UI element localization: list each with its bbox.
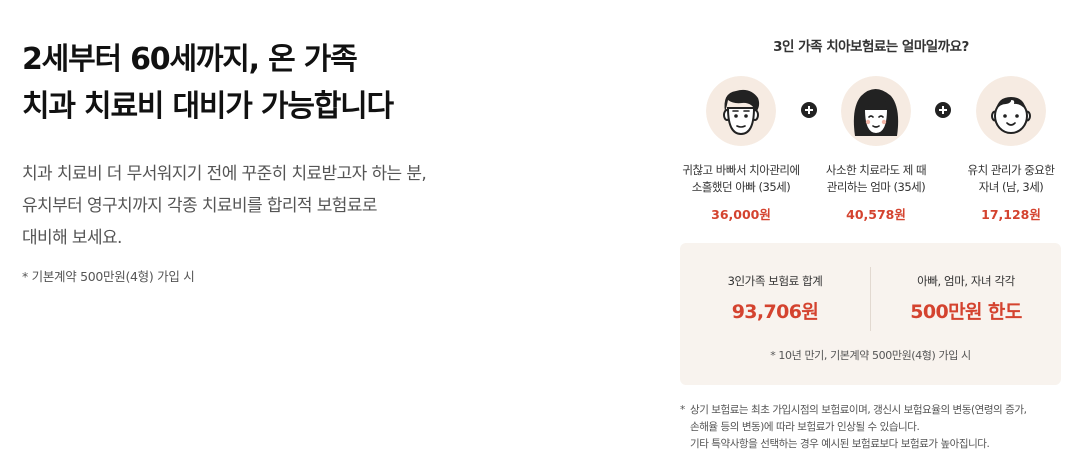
member-child-description: 유치 관리가 중요한 자녀 (남, 3세) xyxy=(947,162,1075,196)
premium-summary-box: 3인가족 보험료 합계 93,706원 아빠, 엄마, 자녀 각각 500만원 … xyxy=(680,243,1061,385)
total-premium-label: 3인가족 보험료 합계 xyxy=(727,274,823,288)
member-child-price: 17,128원 xyxy=(981,207,1041,222)
description-line-2: 유치부터 영구치까지 각종 치료비를 합리적 보험료로 xyxy=(22,196,378,216)
disclaimer-row: * 상기 보험료는 최초 가입시점의 보험료이며, 갱신시 보험요율의 변동(연… xyxy=(680,402,1070,453)
member-father-description: 귀찮고 바빠서 치아관리에 소홀했던 아빠 (35세) xyxy=(677,162,805,196)
disclaimer-line-1: 상기 보험료는 최초 가입시점의 보험료이며, 갱신시 보험요율의 변동(연령의… xyxy=(690,404,1027,416)
member-label-line-1: 유치 관리가 중요한 xyxy=(967,163,1055,177)
member-label-line-1: 사소한 치료라도 제 때 xyxy=(825,163,927,177)
description-line-3: 대비해 보세요. xyxy=(22,228,122,248)
page-headline: 2세부터 60세까지, 온 가족 치과 치료비 대비가 가능합니다 xyxy=(22,36,622,130)
headline-line-1: 2세부터 60세까지, 온 가족 xyxy=(22,42,358,77)
member-label-line-2: 소홀했던 아빠 (35세) xyxy=(691,180,791,194)
headline-line-2: 치과 치료비 대비가 가능합니다 xyxy=(22,89,394,124)
member-mother-description: 사소한 치료라도 제 때 관리하는 엄마 (35세) xyxy=(812,162,940,196)
coverage-limit: 아빠, 엄마, 자녀 각각 500만원 한도 xyxy=(871,273,1061,324)
member-father: 귀찮고 바빠서 치아관리에 소홀했던 아빠 (35세) 36,000원 xyxy=(677,76,805,223)
member-label-line-2: 관리하는 엄마 (35세) xyxy=(826,180,926,194)
intro-section: 2세부터 60세까지, 온 가족 치과 치료비 대비가 가능합니다 치과 치료비… xyxy=(22,36,622,285)
family-members: 귀찮고 바빠서 치아관리에 소홀했던 아빠 (35세) 36,000원 사소한 … xyxy=(680,76,1062,226)
father-avatar-icon xyxy=(706,76,776,146)
member-label-line-1: 귀찮고 바빠서 치아관리에 xyxy=(682,163,800,177)
member-father-price: 36,000원 xyxy=(711,207,771,222)
summary-footnote: * 10년 만기, 기본계약 500만원(4형) 가입 시 xyxy=(770,349,971,362)
intro-description: 치과 치료비 더 무서워지기 전에 꾸준히 치료받고자 하는 분, 유치부터 영… xyxy=(22,158,622,254)
description-line-1: 치과 치료비 더 무서워지기 전에 꾸준히 치료받고자 하는 분, xyxy=(22,164,427,184)
coverage-limit-value: 500만원 한도 xyxy=(910,301,1022,323)
member-mother: 사소한 치료라도 제 때 관리하는 엄마 (35세) 40,578원 xyxy=(812,76,940,223)
disclaimer-line-2: 손해율 등의 변동)에 따라 보험료가 인상될 수 있습니다. xyxy=(690,421,920,433)
coverage-limit-label: 아빠, 엄마, 자녀 각각 xyxy=(917,274,1015,288)
member-mother-price: 40,578원 xyxy=(846,207,906,222)
disclaimer: * 상기 보험료는 최초 가입시점의 보험료이며, 갱신시 보험요율의 변동(연… xyxy=(680,402,1070,453)
total-premium: 3인가족 보험료 합계 93,706원 xyxy=(680,273,870,324)
disclaimer-asterisk: * xyxy=(680,404,685,416)
disclaimer-line-3: 기타 특약사항을 선택하는 경우 예시된 보험료보다 보험료가 높아집니다. xyxy=(690,438,990,450)
child-avatar-icon xyxy=(976,76,1046,146)
member-child: 유치 관리가 중요한 자녀 (남, 3세) 17,128원 xyxy=(947,76,1075,223)
member-label-line-2: 자녀 (남, 3세) xyxy=(978,180,1044,194)
premium-question-title: 3인 가족 치아보험료는 얼마일까요? xyxy=(773,39,969,55)
intro-footnote: * 기본계약 500만원(4형) 가입 시 xyxy=(22,269,195,284)
mother-avatar-icon xyxy=(841,76,911,146)
total-premium-value: 93,706원 xyxy=(731,301,819,323)
